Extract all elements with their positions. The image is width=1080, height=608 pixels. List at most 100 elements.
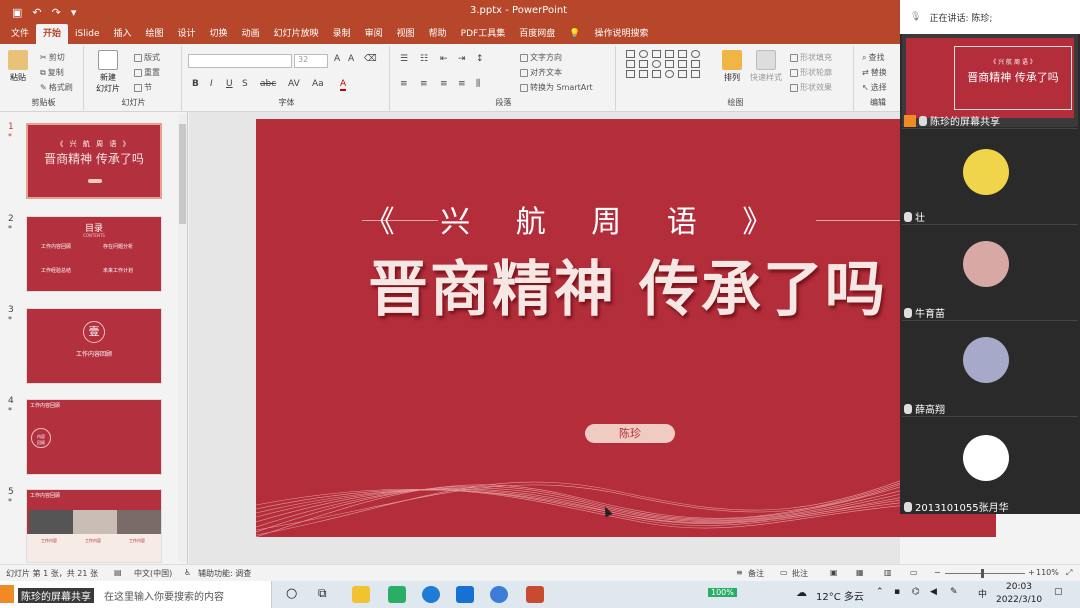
align-left-icon[interactable]: ≡ bbox=[400, 79, 408, 89]
tab-home[interactable]: 开始 bbox=[36, 24, 69, 44]
tab-pdf-tools[interactable]: PDF工具集 bbox=[454, 24, 513, 44]
slide-thumbnail-3[interactable]: 壹 工作内容回顾 bbox=[26, 308, 162, 384]
tab-transitions[interactable]: 切换 bbox=[203, 24, 235, 44]
bullets-icon[interactable]: ☰ bbox=[400, 54, 408, 64]
accessibility-status[interactable]: 辅助功能: 调查 bbox=[198, 568, 251, 579]
tray-icon[interactable]: ▪ bbox=[894, 587, 900, 597]
powerpoint-icon[interactable] bbox=[526, 586, 544, 603]
taskbar-search[interactable]: 陈珍的屏幕共享 在这里输入你要搜索的内容 bbox=[0, 581, 272, 608]
volume-icon[interactable]: ◀ bbox=[930, 587, 937, 597]
paste-button[interactable]: 粘贴 bbox=[8, 50, 28, 83]
shape-fill-button[interactable]: 形状填充 bbox=[790, 52, 832, 63]
zoom-out-icon[interactable]: − bbox=[934, 568, 941, 577]
shapes-gallery[interactable] bbox=[626, 50, 704, 78]
line-spacing-icon[interactable]: ↕ bbox=[476, 54, 484, 64]
font-size-combo[interactable]: 32 bbox=[294, 54, 328, 68]
justify-icon[interactable]: ≡ bbox=[458, 79, 466, 89]
clock-time[interactable]: 20:03 bbox=[1006, 582, 1032, 592]
participant-tile[interactable]: 牛育苗 bbox=[902, 224, 1078, 320]
notes-button[interactable]: 备注 bbox=[748, 568, 764, 579]
tray-up-icon[interactable]: ⌃ bbox=[876, 587, 884, 597]
tab-baidu-netdisk[interactable]: 百度网盘 bbox=[512, 24, 562, 44]
tab-slideshow[interactable]: 幻灯片放映 bbox=[267, 24, 326, 44]
bold-button[interactable]: B bbox=[192, 79, 199, 89]
app-icon[interactable] bbox=[456, 586, 474, 603]
edge-icon[interactable] bbox=[422, 586, 440, 603]
language-indicator[interactable]: 中文(中国) bbox=[134, 568, 172, 579]
tab-design[interactable]: 设计 bbox=[171, 24, 203, 44]
undo-icon[interactable]: ↶ bbox=[32, 6, 41, 19]
font-name-combo[interactable] bbox=[188, 54, 292, 68]
char-spacing-button[interactable]: AV bbox=[288, 79, 300, 89]
format-painter-button[interactable]: ✎ 格式刷 bbox=[40, 82, 73, 93]
tab-view[interactable]: 视图 bbox=[390, 24, 422, 44]
text-direction-button[interactable]: 文字方向 bbox=[520, 52, 562, 63]
replace-button[interactable]: ⇄ 替换 bbox=[862, 67, 887, 78]
zoom-in-icon[interactable]: + bbox=[1028, 568, 1035, 577]
layout-button[interactable]: 版式 bbox=[134, 52, 160, 63]
tab-animations[interactable]: 动画 bbox=[235, 24, 267, 44]
weather[interactable]: 12°C 多云 bbox=[816, 588, 864, 603]
slideshow-icon[interactable]: ▭ bbox=[910, 568, 918, 577]
slide-sorter-icon[interactable]: ▦ bbox=[856, 568, 864, 577]
quick-styles-button[interactable]: 快速样式 bbox=[750, 50, 782, 83]
tab-insert[interactable]: 插入 bbox=[107, 24, 139, 44]
tell-me-search[interactable]: 操作说明搜索 bbox=[587, 24, 655, 44]
ime-icon[interactable]: 中 bbox=[978, 587, 987, 600]
tab-draw[interactable]: 绘图 bbox=[139, 24, 171, 44]
slide-thumbnail-1[interactable]: 《 兴 航 周 语 》 晋商精神 传承了吗 bbox=[26, 123, 162, 199]
section-button[interactable]: 节 bbox=[134, 82, 152, 93]
screen-share-tile[interactable]: 《 兴 航 周 语 》 晋商精神 传承了吗 陈珍的屏幕共享 bbox=[902, 34, 1078, 128]
cortana-icon[interactable]: ○ bbox=[286, 586, 297, 601]
tab-islide[interactable]: iSlide bbox=[68, 24, 106, 44]
current-slide[interactable]: 《 兴 航 周 语 》 晋商精神 传承了吗 陈珍 bbox=[256, 119, 996, 537]
shadow-button[interactable]: S bbox=[242, 79, 248, 89]
wechat-icon[interactable] bbox=[388, 586, 406, 603]
clear-format-icon[interactable]: ⌫ bbox=[364, 54, 377, 64]
fit-slide-icon[interactable]: ⤢ bbox=[1066, 568, 1072, 578]
underline-button[interactable]: U bbox=[226, 79, 233, 89]
reading-view-icon[interactable]: ▥ bbox=[884, 568, 892, 577]
save-icon[interactable]: ▣ bbox=[12, 6, 22, 19]
comments-button[interactable]: 批注 bbox=[792, 568, 808, 579]
normal-view-icon[interactable]: ▣ bbox=[830, 568, 838, 577]
redo-icon[interactable]: ↷ bbox=[52, 6, 61, 19]
meeting-app-icon[interactable] bbox=[490, 586, 508, 603]
participant-tile[interactable]: 壮 bbox=[902, 128, 1078, 224]
select-button[interactable]: ↖ 选择 bbox=[862, 82, 887, 93]
file-explorer-icon[interactable] bbox=[352, 586, 370, 603]
slide-thumbnail-4[interactable]: 工作内容回顾 内容 回顾 bbox=[26, 399, 162, 475]
slide-thumbnail-2[interactable]: 目录 CONTENTS 工作内容回顾 存在问题分析 工作经验总结 未来工作计划 bbox=[26, 216, 162, 292]
zoom-slider[interactable] bbox=[945, 569, 1025, 578]
participant-tile[interactable]: 2013101055张月华 bbox=[902, 416, 1078, 514]
task-view-icon[interactable]: ⧉ bbox=[318, 586, 327, 601]
reset-button[interactable]: 重置 bbox=[134, 67, 160, 78]
cut-button[interactable]: ✂ 剪切 bbox=[40, 52, 65, 63]
find-button[interactable]: ⌕ 查找 bbox=[862, 52, 884, 63]
columns-icon[interactable]: ⫼ bbox=[476, 79, 480, 89]
slide-thumbnail-5[interactable]: 工作内容回顾 工作内容 工作内容 工作内容 bbox=[26, 489, 162, 563]
tab-review[interactable]: 审阅 bbox=[358, 24, 390, 44]
increase-font-icon[interactable]: A bbox=[334, 54, 340, 64]
arrange-button[interactable]: 排列 bbox=[722, 50, 742, 83]
smartart-button[interactable]: 转换为 SmartArt bbox=[520, 82, 593, 93]
zoom-level[interactable]: 110% bbox=[1036, 568, 1059, 577]
spellcheck-icon[interactable]: ▤ bbox=[114, 568, 122, 577]
pen-icon[interactable]: ✎ bbox=[950, 587, 958, 597]
scrollbar-thumb[interactable] bbox=[179, 124, 186, 224]
notification-icon[interactable]: ▢ bbox=[1054, 587, 1063, 597]
thumbnail-scrollbar[interactable] bbox=[178, 114, 187, 562]
tab-record[interactable]: 录制 bbox=[326, 24, 358, 44]
align-center-icon[interactable]: ≡ bbox=[420, 79, 428, 89]
italic-button[interactable]: I bbox=[210, 79, 213, 89]
numbering-icon[interactable]: ☷ bbox=[420, 54, 428, 64]
align-text-button[interactable]: 对齐文本 bbox=[520, 67, 562, 78]
new-slide-button[interactable]: 新建 幻灯片 bbox=[96, 50, 120, 94]
font-color-button[interactable]: A bbox=[340, 79, 347, 91]
increase-indent-icon[interactable]: ⇥ bbox=[458, 54, 466, 64]
slide-subtitle[interactable]: 《 兴 航 周 语 》 bbox=[256, 197, 899, 241]
slide-editor-canvas[interactable]: 《 兴 航 周 语 》 晋商精神 传承了吗 陈珍 bbox=[189, 112, 996, 564]
tab-file[interactable]: 文件 bbox=[4, 24, 36, 44]
clock-date[interactable]: 2022/3/10 bbox=[996, 595, 1042, 605]
zoom-slider-thumb[interactable] bbox=[981, 569, 984, 578]
